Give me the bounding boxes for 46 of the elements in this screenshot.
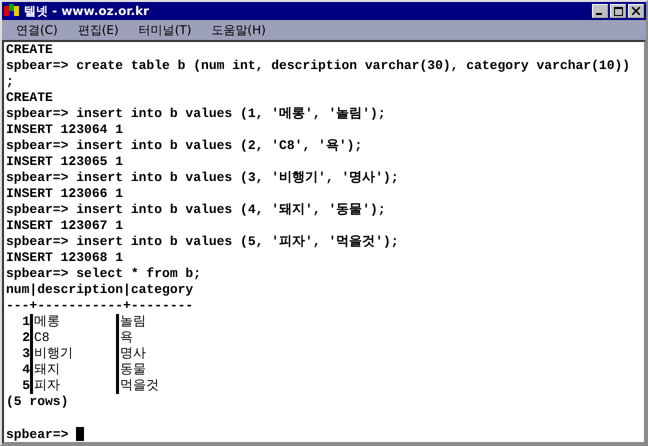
close-icon bbox=[632, 7, 640, 15]
window-title: 텔넷 - www.oz.or.kr bbox=[24, 2, 150, 20]
terminal-line: ---+-----------+-------- bbox=[5, 298, 194, 314]
table-cell-text: 4 bbox=[21, 362, 30, 378]
terminal-line: spbear=> insert into b values (2, 'C8', '욕'); bbox=[5, 138, 364, 154]
menu-item[interactable]: 터미널(T) bbox=[128, 22, 202, 38]
terminal-line: (5 rows) bbox=[5, 394, 70, 410]
table-cell-text: 3 bbox=[21, 346, 30, 362]
table-cell: C8 bbox=[30, 330, 116, 346]
maximize-icon bbox=[614, 6, 622, 16]
terminal-line: spbear=> insert into b values (4, '돼지', '동물'); bbox=[5, 202, 387, 218]
menu-item[interactable]: 연결(C) bbox=[6, 22, 68, 38]
menu-item[interactable]: 도움말(H) bbox=[201, 22, 276, 38]
table-cell: 욕 bbox=[116, 330, 133, 346]
close-button[interactable] bbox=[628, 4, 644, 18]
terminal-line: spbear=> select * from b; bbox=[5, 266, 202, 282]
terminal-line: INSERT 123068 1 bbox=[5, 250, 124, 266]
table-cell: 돼지 bbox=[30, 362, 116, 378]
terminal-line: spbear=> create table b (num int, description varchar(30), category varchar(10)) bbox=[5, 58, 632, 74]
terminal-line: num|description|category bbox=[5, 282, 194, 298]
table-cell: 피자 bbox=[30, 378, 116, 394]
table-cell-text: 1 bbox=[21, 314, 30, 330]
table-cell-text: 2 bbox=[21, 330, 30, 346]
terminal-line: spbear=> insert into b values (3, '비행기', '명사'); bbox=[5, 170, 400, 186]
table-cell: 동물 bbox=[116, 362, 146, 378]
table-cell: 먹을것 bbox=[116, 378, 159, 394]
prompt: spbear=> bbox=[6, 426, 68, 442]
maximize-button[interactable] bbox=[610, 4, 626, 18]
table-cell: 메롱 bbox=[30, 314, 116, 330]
terminal-line: spbear=> insert into b values (5, '피자', '먹을것'); bbox=[5, 234, 400, 250]
table-cell-text: 5 bbox=[21, 378, 30, 394]
terminal-line: INSERT 123067 1 bbox=[5, 218, 124, 234]
terminal-line: INSERT 123065 1 bbox=[5, 154, 124, 170]
table-cell: 놀림 bbox=[116, 314, 146, 330]
minimize-button[interactable] bbox=[592, 4, 608, 18]
terminal-line: spbear=> insert into b values (1, '메롱', '놀림'); bbox=[5, 106, 387, 122]
terminal-line: ; bbox=[5, 74, 15, 90]
table-cell: 명사 bbox=[116, 346, 146, 362]
terminal-line: INSERT 123066 1 bbox=[5, 186, 124, 202]
text-cursor bbox=[76, 427, 84, 441]
app-icon bbox=[4, 4, 20, 18]
menu-item[interactable]: 편집(E) bbox=[68, 22, 129, 38]
terminal-line: CREATE bbox=[5, 90, 54, 106]
terminal-line: CREATE bbox=[5, 42, 54, 58]
table-cell: 비행기 bbox=[30, 346, 116, 362]
terminal-line: INSERT 123064 1 bbox=[5, 122, 124, 138]
